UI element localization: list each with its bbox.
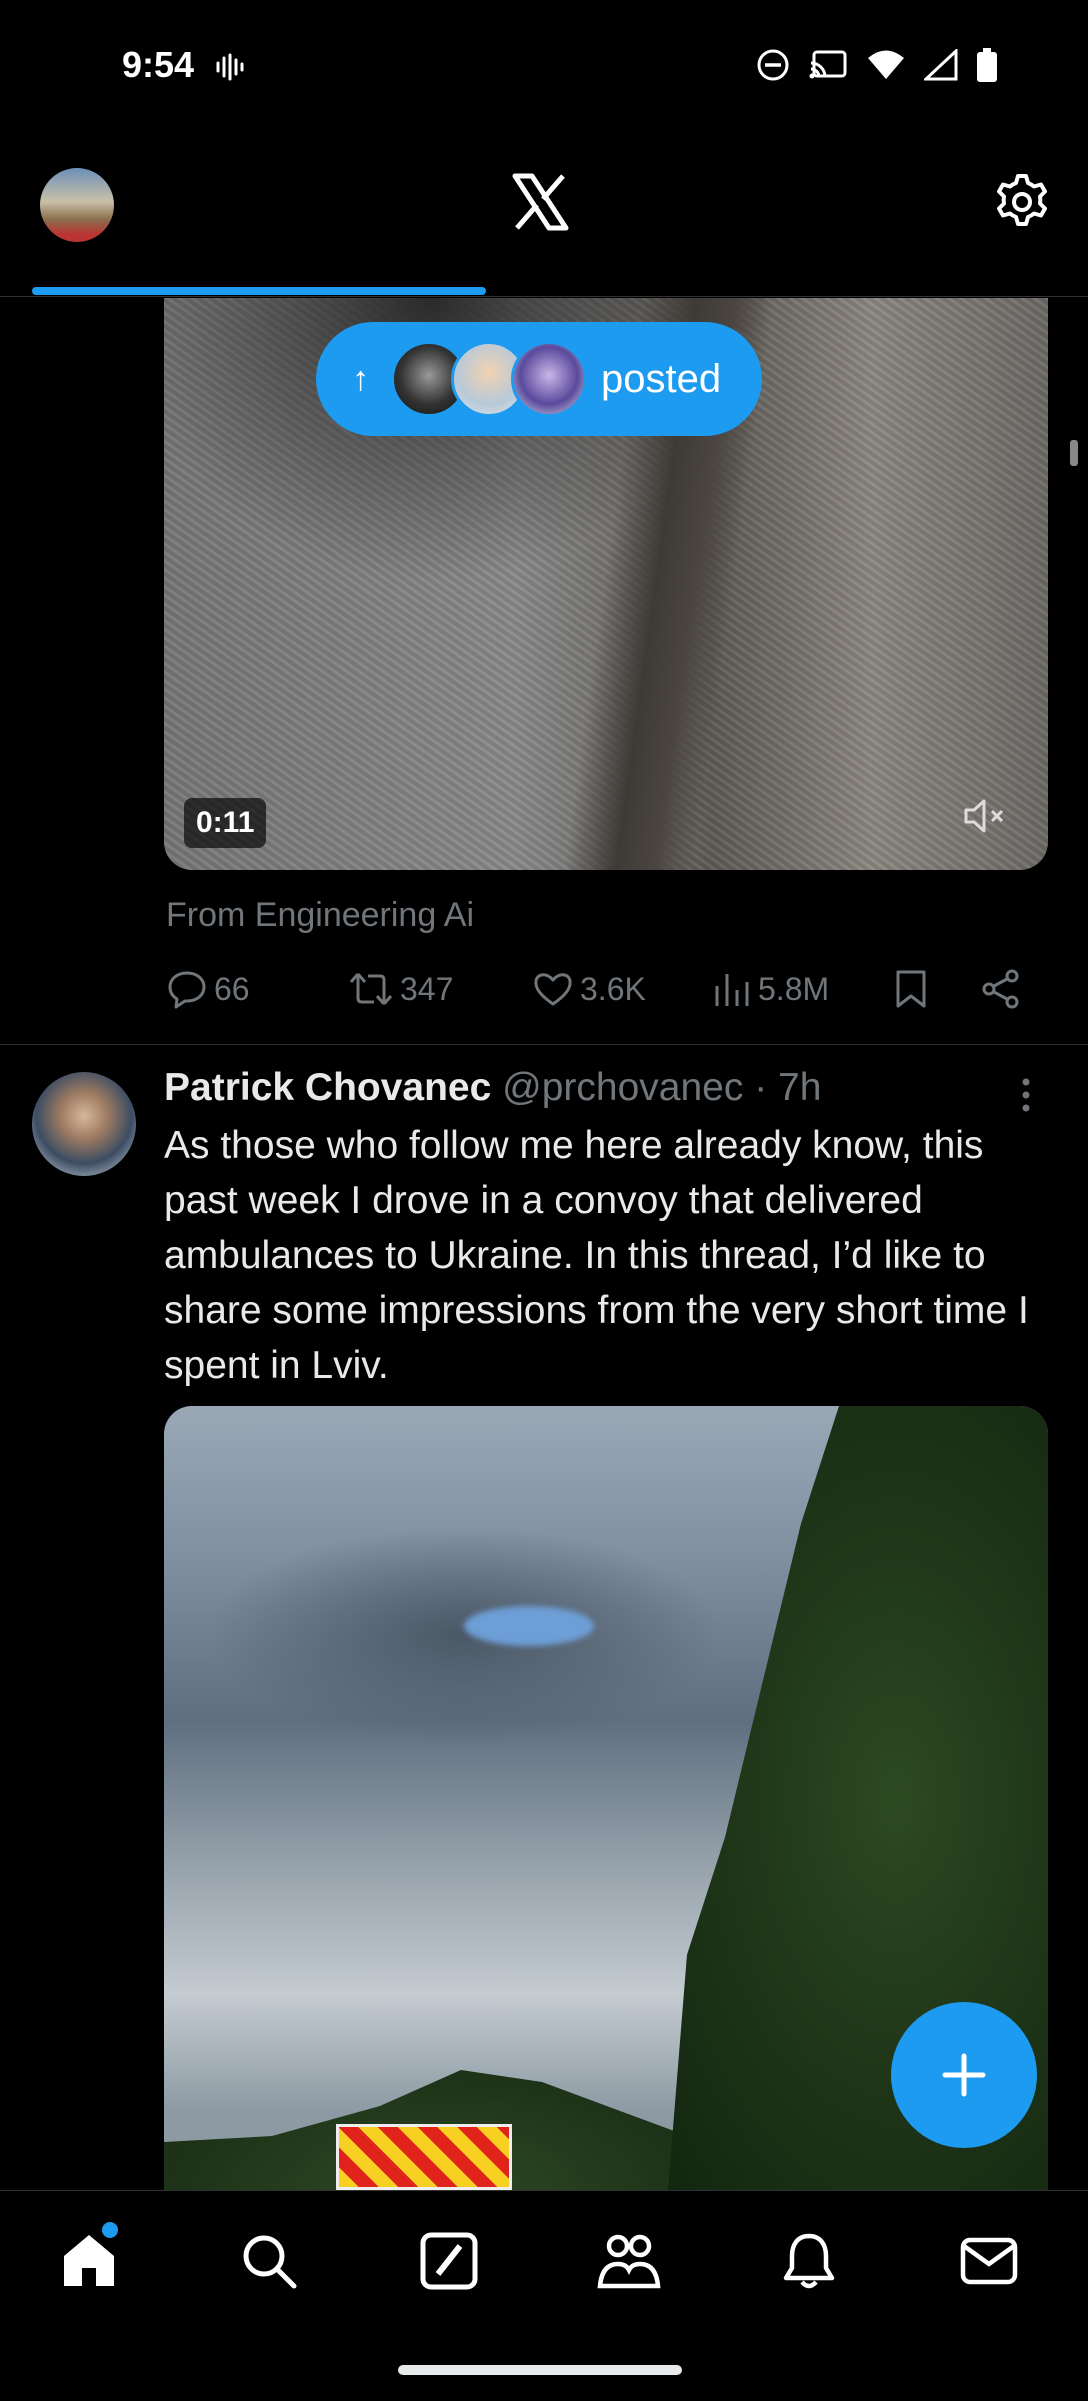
status-time: 9:54	[122, 44, 195, 85]
like-count: 3.6K	[580, 970, 646, 1007]
views-count: 5.8M	[758, 970, 830, 1007]
dnd-icon	[756, 48, 790, 82]
more-options-icon[interactable]	[1016, 1074, 1036, 1121]
signal-icon	[924, 49, 958, 81]
share-button[interactable]	[980, 968, 1022, 1010]
profile-avatar[interactable]	[40, 168, 114, 242]
bookmark-button[interactable]	[892, 968, 930, 1010]
voice-activity-icon	[214, 52, 244, 87]
author-handle-time[interactable]: @prchovanec · 7h	[491, 1066, 821, 1109]
cast-icon	[808, 49, 848, 81]
gesture-home-bar[interactable]	[398, 2365, 682, 2375]
communities-icon[interactable]	[596, 2230, 662, 2297]
author-name[interactable]: Patrick Chovanec	[164, 1066, 491, 1109]
wifi-icon	[866, 49, 906, 81]
home-unread-dot	[102, 2222, 118, 2238]
grok-icon[interactable]	[418, 2230, 480, 2297]
repost-count: 347	[400, 970, 454, 1007]
views-icon	[715, 974, 749, 1006]
author-avatar[interactable]	[32, 1072, 136, 1176]
notifications-icon[interactable]	[778, 2230, 840, 2297]
mute-icon[interactable]	[962, 796, 1006, 841]
reply-button[interactable]: 66	[166, 968, 250, 1010]
video-duration: 0:11	[184, 798, 267, 848]
arrow-up-icon: ↑	[352, 359, 369, 398]
bookmark-icon	[896, 970, 926, 1008]
views-button[interactable]: 5.8M	[712, 968, 829, 1010]
reply-icon	[168, 971, 206, 1009]
search-icon[interactable]	[238, 2230, 300, 2297]
heart-icon	[534, 973, 572, 1006]
compose-button[interactable]	[891, 2002, 1037, 2148]
new-posts-pill[interactable]: ↑ posted	[316, 322, 762, 436]
top-divider	[0, 296, 1088, 297]
tab-indicator-for-you	[32, 287, 486, 295]
messages-icon[interactable]	[958, 2230, 1020, 2297]
scrollbar[interactable]	[1070, 440, 1078, 466]
settings-gear-icon[interactable]	[992, 172, 1052, 237]
repost-button[interactable]: 347	[348, 968, 453, 1010]
post-actions: 66 347 3.6K 5.8M	[166, 968, 1026, 1018]
home-icon[interactable]	[58, 2230, 120, 2297]
post-header: Patrick Chovanec @prchovanec · 7h	[164, 1066, 821, 1110]
reply-count: 66	[214, 970, 250, 1007]
post-text: As those who follow me here already know…	[164, 1124, 1029, 1387]
plus-icon	[942, 2053, 986, 2097]
status-icons	[756, 48, 998, 82]
posted-label: posted	[601, 356, 722, 401]
source-attribution[interactable]: From Engineering Ai	[166, 896, 474, 935]
x-logo-icon[interactable]	[510, 172, 570, 237]
post-divider	[0, 1044, 1088, 1045]
avatar	[511, 341, 587, 417]
like-button[interactable]: 3.6K	[532, 968, 646, 1010]
share-icon	[982, 969, 1019, 1009]
repost-icon	[349, 973, 393, 1005]
battery-icon	[976, 48, 998, 82]
